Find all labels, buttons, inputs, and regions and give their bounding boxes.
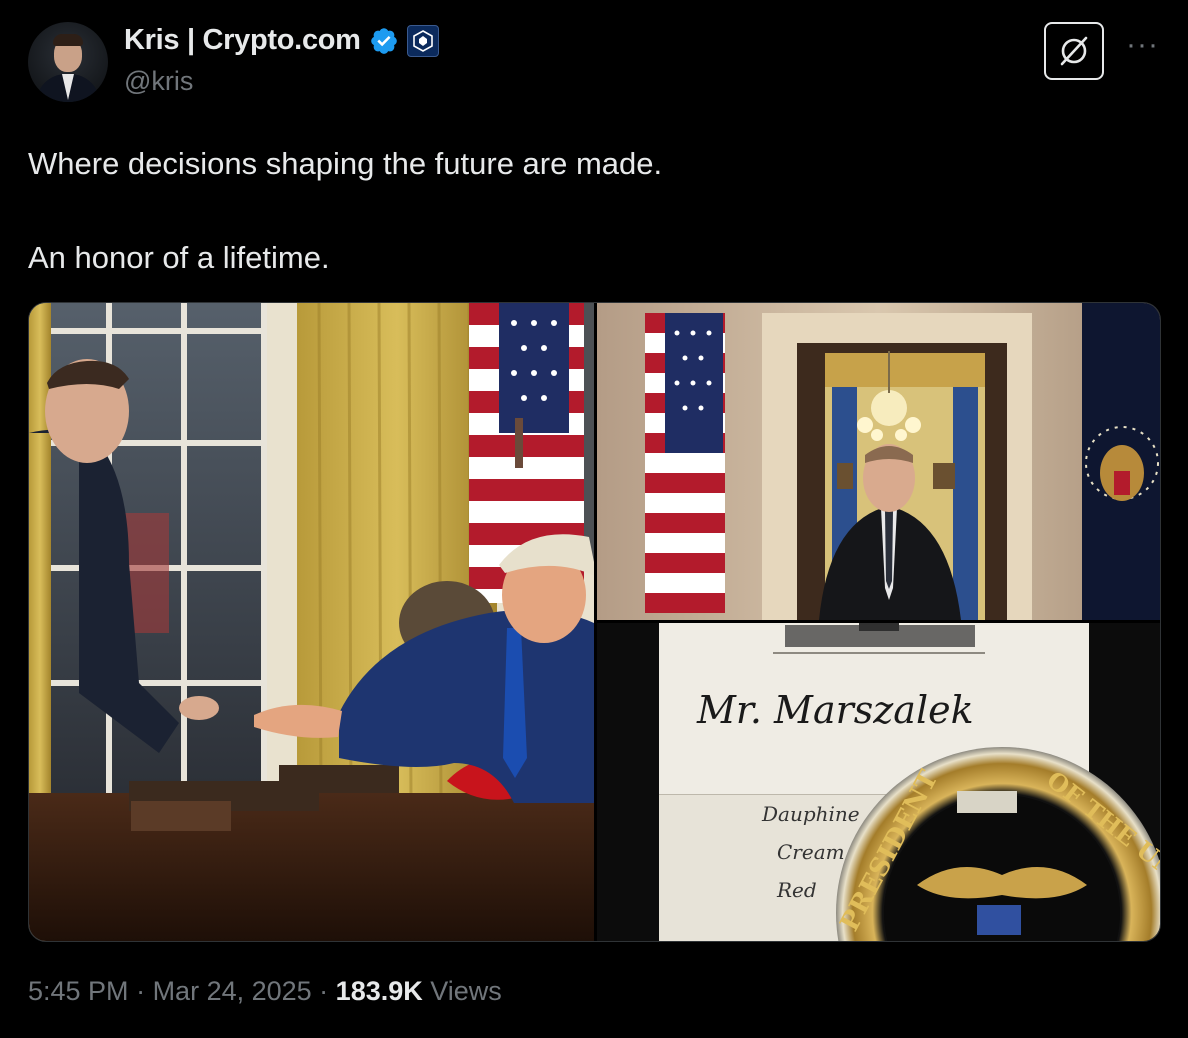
crypto-com-logo-icon[interactable] xyxy=(406,24,439,57)
tweet-date[interactable]: Mar 24, 2025 xyxy=(153,976,312,1006)
blue-room-portrait-photo[interactable] xyxy=(597,303,1160,620)
menu-line: Cream xyxy=(777,840,845,864)
tweet-line: Where decisions shaping the future are m… xyxy=(28,146,663,181)
tweet-meta: 5:45 PM · Mar 24, 2025 · 183.9K Views xyxy=(28,976,502,1007)
views-label: Views xyxy=(422,976,502,1006)
place-card-name: Mr. Marszalek xyxy=(696,688,974,732)
menu-line: Red xyxy=(776,878,817,902)
media-grid: Mr. Marszalek Dauphine Cream Red PRESIDE… xyxy=(28,302,1161,942)
place-card-coin-photo[interactable]: Mr. Marszalek Dauphine Cream Red PRESIDE… xyxy=(597,623,1160,941)
separator: · xyxy=(128,976,153,1006)
views-count: 183.9K xyxy=(335,976,423,1006)
separator: · xyxy=(311,976,336,1006)
menu-line: Dauphine xyxy=(761,802,860,826)
grok-icon[interactable] xyxy=(1044,22,1104,80)
tweet-text: Where decisions shaping the future are m… xyxy=(28,140,662,282)
author-avatar[interactable] xyxy=(28,22,108,102)
author-name-row: Kris | Crypto.com xyxy=(124,24,439,57)
more-options-icon[interactable]: ··· xyxy=(1126,30,1159,60)
author-display-name[interactable]: Kris | Crypto.com xyxy=(124,24,361,57)
verified-badge-icon[interactable] xyxy=(369,26,399,56)
author-handle[interactable]: @kris xyxy=(124,66,193,97)
tweet-time[interactable]: 5:45 PM xyxy=(28,976,129,1006)
tweet-line: An honor of a lifetime. xyxy=(28,240,330,275)
oval-office-photo[interactable] xyxy=(29,303,594,941)
